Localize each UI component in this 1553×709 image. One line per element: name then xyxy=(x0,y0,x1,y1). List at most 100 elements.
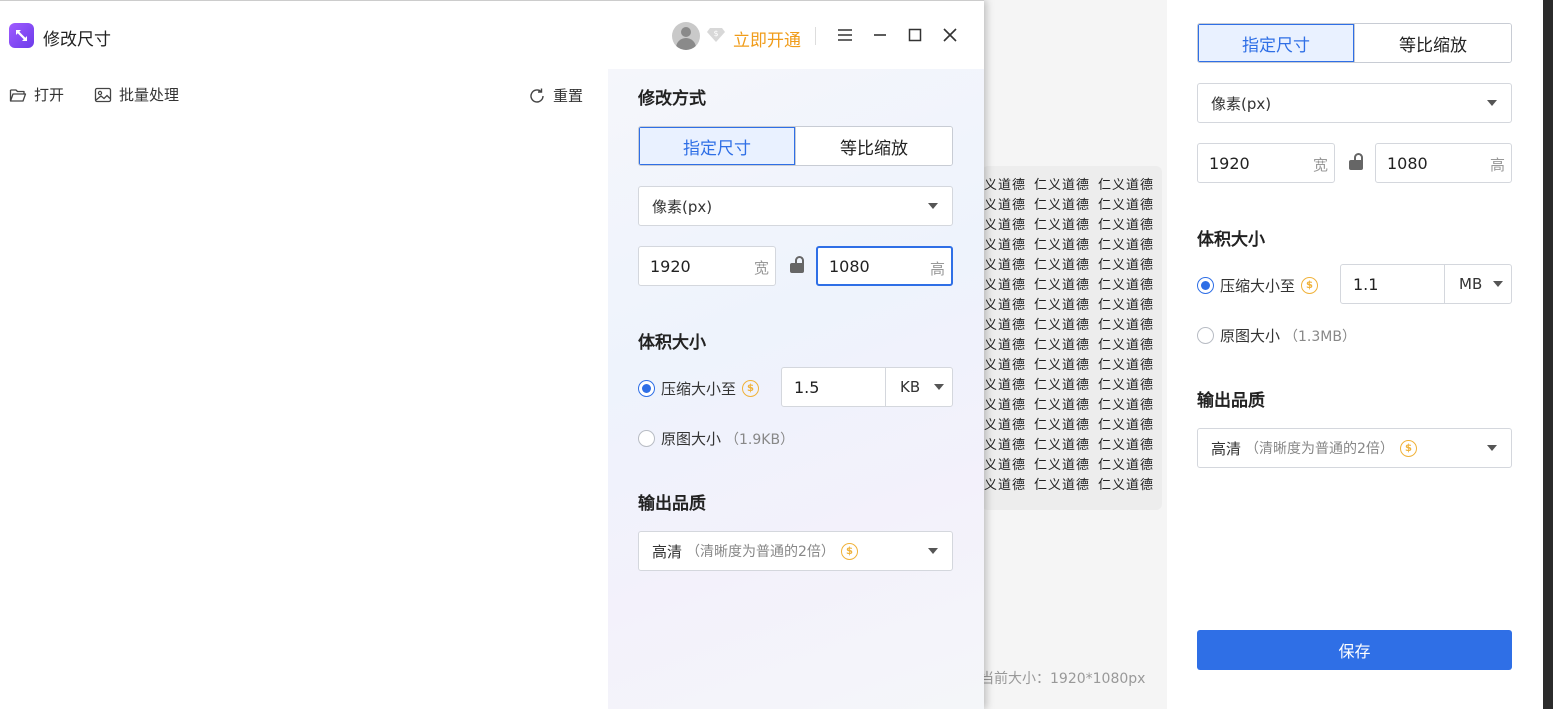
bg-original-label: 原图大小 xyxy=(1220,327,1281,345)
bg-quality-value: 高清 xyxy=(1211,439,1242,458)
chevron-down-icon xyxy=(934,384,944,390)
bg-compress-value-input[interactable]: 1.1 xyxy=(1341,265,1445,303)
vip-diamond-icon: $ xyxy=(706,24,726,44)
bg-height-input[interactable]: 1080 高 xyxy=(1375,143,1512,183)
mode-tabs: 指定尺寸 等比缩放 xyxy=(638,126,953,166)
bg-width-suffix: 宽 xyxy=(1312,156,1328,174)
compress-value-input[interactable]: 1.5 xyxy=(782,368,886,406)
bg-compress-unit-value: MB xyxy=(1459,275,1483,293)
bg-quality-title: 输出品质 xyxy=(1197,391,1265,411)
quality-sub: （清晰度为普通的2倍） xyxy=(686,544,835,560)
quality-select[interactable]: 高清 （清晰度为普通的2倍） $ xyxy=(638,531,953,571)
settings-panel: 修改方式 指定尺寸 等比缩放 像素(px) 1920 宽 1080 高 体积大小… xyxy=(608,69,984,709)
unlock-icon[interactable] xyxy=(1349,153,1363,171)
batch-label: 批量处理 xyxy=(119,86,180,104)
chevron-down-icon xyxy=(1493,281,1503,287)
chevron-down-icon xyxy=(1487,100,1497,106)
bg-preview-text-row: 仁义道德仁义道德仁义道德 xyxy=(982,398,1155,413)
bg-preview-text-row: 仁义道德仁义道德仁义道德 xyxy=(982,338,1155,353)
vip-coin-icon: $ xyxy=(1301,277,1319,294)
bg-preview-text-row: 仁义道德仁义道德仁义道德 xyxy=(982,298,1155,313)
close-icon[interactable] xyxy=(938,23,962,47)
original-size: （1.9KB） xyxy=(725,431,795,448)
maximize-icon[interactable] xyxy=(903,23,927,47)
bg-compress-unit-select[interactable]: MB xyxy=(1445,265,1511,303)
unlock-icon[interactable] xyxy=(790,256,804,274)
width-input[interactable]: 1920 宽 xyxy=(638,246,776,286)
height-suffix: 高 xyxy=(929,260,945,278)
radio-checked-icon xyxy=(638,380,655,397)
bg-preview-text-row: 仁义道德仁义道德仁义道德 xyxy=(982,198,1155,213)
radio-original[interactable]: 原图大小 （1.9KB） xyxy=(638,428,794,449)
width-value: 1920 xyxy=(650,256,691,276)
bg-radio-original[interactable]: 原图大小 （1.3MB） xyxy=(1197,325,1356,346)
vip-coin-icon: $ xyxy=(1399,439,1417,457)
bg-radio-compress[interactable]: 压缩大小至 $ xyxy=(1197,275,1319,296)
bg-preview-text-row: 仁义道德仁义道德仁义道德 xyxy=(982,278,1155,293)
title-divider xyxy=(815,27,816,45)
bg-mode-tabs: 指定尺寸 等比缩放 xyxy=(1197,23,1512,63)
chevron-down-icon xyxy=(1487,445,1497,451)
tab-specified-size[interactable]: 指定尺寸 xyxy=(639,127,795,165)
bg-preview-text-row: 仁义道德仁义道德仁义道德 xyxy=(982,378,1155,393)
folder-open-icon xyxy=(9,88,27,102)
main-window: 修改尺寸 $ 立即开通 打开 批量处理 重置 修改方式 指定尺寸 等比缩放 像素… xyxy=(0,0,984,709)
bg-tab-specified-size[interactable]: 指定尺寸 xyxy=(1198,24,1354,62)
reset-button[interactable]: 重置 xyxy=(528,85,583,106)
chevron-down-icon xyxy=(928,203,938,209)
bg-preview-image: 仁义道德仁义道德仁义道德仁义道德仁义道德仁义道德仁义道德仁义道德仁义道德仁义道德… xyxy=(982,166,1162,510)
bg-quality-sub: （清晰度为普通的2倍） xyxy=(1245,441,1394,457)
minimize-icon[interactable] xyxy=(868,23,892,47)
bg-width-value: 1920 xyxy=(1209,153,1250,173)
bg-settings-panel: 指定尺寸 等比缩放 像素(px) 1920 宽 1080 高 体积大小 压缩大小… xyxy=(1167,0,1543,709)
titlebar: 修改尺寸 $ 立即开通 xyxy=(0,1,984,69)
bg-current-size: 当前大小：1920*1080px xyxy=(980,671,1146,687)
bg-preview-text-row: 仁义道德仁义道德仁义道德 xyxy=(982,258,1155,273)
avatar[interactable] xyxy=(672,22,700,50)
batch-process-button[interactable]: 批量处理 xyxy=(94,84,179,105)
tab-proportional[interactable]: 等比缩放 xyxy=(795,127,952,165)
bg-preview-text-row: 仁义道德仁义道德仁义道德 xyxy=(982,418,1155,433)
bg-unit-select[interactable]: 像素(px) xyxy=(1197,83,1512,123)
radio-unchecked-icon xyxy=(1197,327,1214,344)
height-value: 1080 xyxy=(829,256,870,276)
save-button[interactable]: 保存 xyxy=(1197,630,1512,670)
radio-compress[interactable]: 压缩大小至 $ xyxy=(638,378,760,399)
mode-title: 修改方式 xyxy=(638,89,706,109)
width-suffix: 宽 xyxy=(753,259,769,277)
bg-volume-title: 体积大小 xyxy=(1197,230,1265,250)
quality-value: 高清 xyxy=(652,542,683,561)
compress-unit-select[interactable]: KB xyxy=(886,368,952,406)
bg-preview-text-row: 仁义道德仁义道德仁义道德 xyxy=(982,218,1155,233)
unit-select[interactable]: 像素(px) xyxy=(638,186,953,226)
bg-preview-text-row: 仁义道德仁义道德仁义道德 xyxy=(982,238,1155,253)
compress-unit-value: KB xyxy=(900,378,921,396)
bg-preview-text-row: 仁义道德仁义道德仁义道德 xyxy=(982,358,1155,373)
bg-width-input[interactable]: 1920 宽 xyxy=(1197,143,1335,183)
bg-tab-proportional[interactable]: 等比缩放 xyxy=(1354,24,1511,62)
vip-coin-icon: $ xyxy=(742,380,760,397)
bg-height-value: 1080 xyxy=(1387,153,1428,173)
bg-compress-input-group: 1.1 MB xyxy=(1340,264,1512,304)
background-window: 仁义道德仁义道德仁义道德仁义道德仁义道德仁义道德仁义道德仁义道德仁义道德仁义道德… xyxy=(960,0,1543,709)
open-button[interactable]: 打开 xyxy=(9,84,64,105)
bg-compress-label: 压缩大小至 xyxy=(1220,277,1296,295)
bg-quality-select[interactable]: 高清 （清晰度为普通的2倍） $ xyxy=(1197,428,1512,468)
compress-label: 压缩大小至 xyxy=(661,380,737,398)
bg-unit-select-value: 像素(px) xyxy=(1211,94,1272,113)
menu-icon[interactable] xyxy=(833,23,857,47)
bg-preview-text-row: 仁义道德仁义道德仁义道德 xyxy=(982,438,1155,453)
image-icon xyxy=(94,87,112,102)
quality-title: 输出品质 xyxy=(638,494,706,514)
refresh-icon xyxy=(530,88,544,103)
volume-title: 体积大小 xyxy=(638,333,706,353)
upgrade-link[interactable]: 立即开通 xyxy=(733,26,801,51)
bg-preview-text-row: 仁义道德仁义道德仁义道德 xyxy=(982,458,1155,473)
bg-preview-text-row: 仁义道德仁义道德仁义道德 xyxy=(982,478,1155,493)
height-input[interactable]: 1080 高 xyxy=(816,246,953,286)
bg-height-suffix: 高 xyxy=(1489,156,1505,174)
resize-logo-icon xyxy=(9,23,34,48)
bg-original-size: （1.3MB） xyxy=(1284,328,1356,345)
bg-preview-area: 仁义道德仁义道德仁义道德仁义道德仁义道德仁义道德仁义道德仁义道德仁义道德仁义道德… xyxy=(960,0,1167,709)
bg-preview-text-grid: 仁义道德仁义道德仁义道德仁义道德仁义道德仁义道德仁义道德仁义道德仁义道德仁义道德… xyxy=(982,176,1162,496)
